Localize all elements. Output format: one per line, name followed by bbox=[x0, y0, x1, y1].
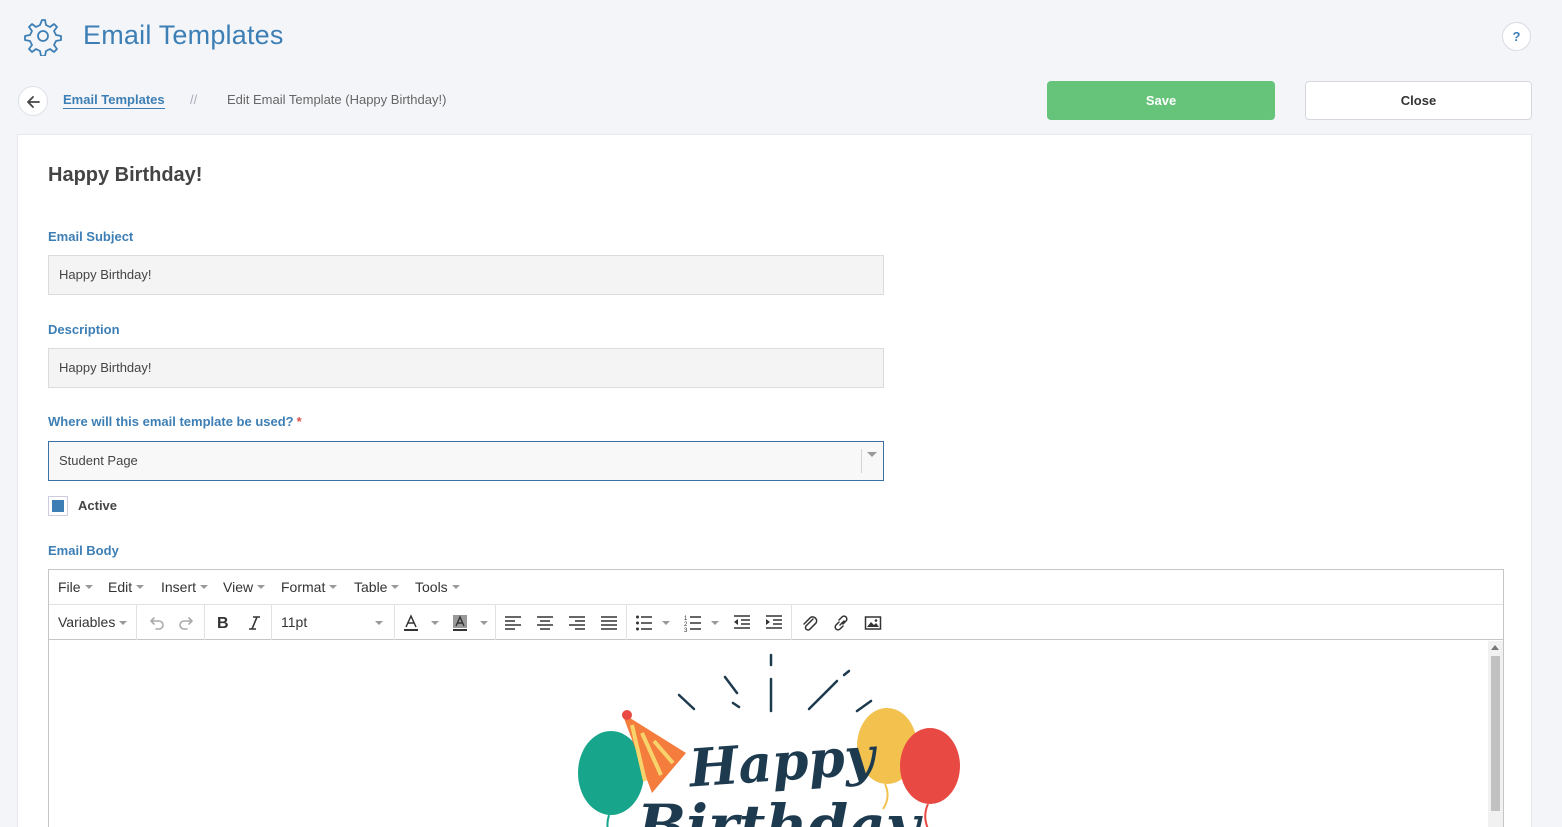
menu-tools[interactable]: Tools bbox=[415, 579, 460, 595]
bold-icon[interactable]: B bbox=[213, 613, 231, 633]
chevron-down-icon bbox=[867, 452, 877, 457]
description-label: Description bbox=[48, 322, 120, 337]
menu-edit[interactable]: Edit bbox=[108, 579, 145, 595]
caret-down-icon bbox=[391, 585, 400, 589]
menu-edit-label: Edit bbox=[108, 579, 133, 595]
undo-icon[interactable] bbox=[147, 613, 165, 633]
toolbar-divider bbox=[204, 605, 205, 640]
link-icon[interactable] bbox=[832, 613, 850, 633]
green-balloon bbox=[578, 731, 644, 827]
menu-table-label: Table bbox=[354, 579, 388, 595]
italic-icon[interactable] bbox=[245, 613, 263, 633]
save-button[interactable]: Save bbox=[1047, 81, 1275, 120]
active-checkbox[interactable] bbox=[48, 496, 68, 516]
email-body-label: Email Body bbox=[48, 543, 119, 558]
numbered-list-icon[interactable]: 123 bbox=[684, 613, 702, 633]
usage-select-value: Student Page bbox=[59, 453, 138, 468]
variables-label: Variables bbox=[58, 614, 116, 630]
caret-down-icon bbox=[119, 621, 127, 625]
menu-tools-label: Tools bbox=[415, 579, 448, 595]
outdent-icon[interactable] bbox=[733, 613, 751, 633]
svg-text:3: 3 bbox=[684, 628, 688, 633]
select-divider bbox=[861, 449, 862, 473]
caret-down-icon bbox=[431, 621, 439, 625]
editor-menubar: File Edit Insert View Format Table Tools bbox=[49, 570, 1503, 605]
menu-view[interactable]: View bbox=[223, 579, 266, 595]
breadcrumb-email-templates-link[interactable]: Email Templates bbox=[63, 92, 165, 109]
font-size-select[interactable]: 11pt bbox=[281, 614, 307, 630]
caret-down-icon bbox=[84, 585, 93, 589]
caret-down-icon bbox=[200, 585, 209, 589]
email-subject-input[interactable]: Happy Birthday! bbox=[48, 255, 884, 295]
svg-text:B: B bbox=[217, 615, 229, 632]
attachment-icon[interactable] bbox=[801, 613, 819, 633]
image-icon[interactable] bbox=[864, 613, 882, 633]
happy-birthday-banner: Happy Birthday bbox=[578, 653, 960, 827]
caret-down-icon bbox=[375, 621, 383, 625]
caret-down-icon bbox=[480, 621, 488, 625]
caret-down-icon bbox=[329, 585, 338, 589]
menu-file[interactable]: File bbox=[58, 579, 93, 595]
description-input[interactable]: Happy Birthday! bbox=[48, 348, 884, 388]
usage-label-text: Where will this email template be used? bbox=[48, 414, 294, 429]
menu-insert[interactable]: Insert bbox=[161, 579, 209, 595]
caret-down-icon bbox=[136, 585, 145, 589]
breadcrumb-current: Edit Email Template (Happy Birthday!) bbox=[227, 92, 447, 107]
close-button[interactable]: Close bbox=[1305, 81, 1532, 120]
caret-down-icon bbox=[451, 585, 460, 589]
checkbox-fill bbox=[52, 500, 64, 512]
email-subject-label: Email Subject bbox=[48, 229, 134, 244]
template-name-heading: Happy Birthday! bbox=[48, 164, 203, 186]
banner-happy-text: Happy bbox=[685, 725, 880, 799]
help-button[interactable]: ? bbox=[1502, 22, 1531, 51]
toolbar-divider bbox=[791, 605, 792, 640]
redo-icon[interactable] bbox=[178, 613, 196, 633]
menu-view-label: View bbox=[223, 579, 254, 595]
bullet-list-icon[interactable] bbox=[635, 613, 653, 633]
scrollbar-thumb[interactable] bbox=[1491, 656, 1500, 811]
toolbar-divider bbox=[136, 605, 137, 640]
align-right-icon[interactable] bbox=[568, 613, 586, 633]
confetti-lines bbox=[677, 653, 873, 713]
editor-toolbar: Variables B 11pt 1 2 3 bbox=[49, 605, 1503, 640]
menu-insert-label: Insert bbox=[161, 579, 197, 595]
green-balloon-string bbox=[606, 814, 610, 827]
align-justify-icon[interactable] bbox=[600, 613, 618, 633]
banner-birthday-text: Birthday bbox=[635, 792, 924, 827]
caret-down-icon bbox=[711, 621, 719, 625]
font-size-value: 11pt bbox=[281, 614, 308, 630]
red-balloon-string bbox=[924, 803, 929, 827]
scroll-up-arrow-icon[interactable] bbox=[1491, 645, 1499, 650]
menu-file-label: File bbox=[58, 579, 81, 595]
align-left-icon[interactable] bbox=[504, 613, 522, 633]
toolbar-divider bbox=[495, 605, 496, 640]
toolbar-divider bbox=[394, 605, 395, 640]
caret-down-icon bbox=[662, 621, 670, 625]
back-button[interactable] bbox=[18, 86, 48, 116]
menu-format-label: Format bbox=[281, 579, 326, 595]
background-color-icon[interactable] bbox=[451, 613, 469, 633]
toolbar-divider bbox=[626, 605, 627, 640]
text-color-icon[interactable] bbox=[402, 613, 420, 633]
arrow-left-icon bbox=[27, 96, 40, 108]
rich-text-editor: File Edit Insert View Format Table Tools… bbox=[48, 569, 1504, 827]
editor-content[interactable]: Happy Birthday bbox=[49, 641, 1489, 827]
top-bar: Email Templates ? bbox=[0, 0, 1562, 75]
indent-icon[interactable] bbox=[765, 613, 783, 633]
align-center-icon[interactable] bbox=[536, 613, 554, 633]
caret-down-icon bbox=[257, 585, 266, 589]
breadcrumb-separator: // bbox=[190, 92, 198, 107]
required-mark: * bbox=[296, 414, 302, 429]
active-label: Active bbox=[78, 498, 118, 513]
usage-label: Where will this email template be used? * bbox=[48, 414, 302, 429]
usage-select[interactable]: Student Page bbox=[48, 441, 884, 481]
menu-table[interactable]: Table bbox=[354, 579, 400, 595]
party-hat-pompom bbox=[622, 710, 632, 720]
variables-dropdown[interactable]: Variables bbox=[58, 614, 115, 630]
gear-icon bbox=[22, 16, 62, 57]
editor-scrollbar[interactable] bbox=[1488, 641, 1503, 827]
page-title: Email Templates bbox=[83, 20, 284, 50]
toolbar-divider bbox=[271, 605, 272, 640]
menu-format[interactable]: Format bbox=[281, 579, 338, 595]
